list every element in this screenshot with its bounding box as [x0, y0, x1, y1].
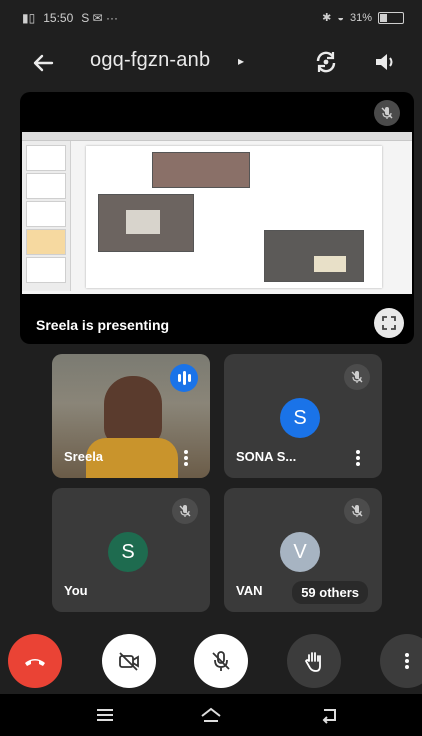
hang-up-icon [25, 659, 45, 666]
shared-screen [22, 132, 412, 294]
toggle-camera-button[interactable] [102, 634, 156, 688]
participant-tile-sona[interactable]: S SONA S... [224, 354, 382, 478]
status-bar: ▮▯ 15:50 S ✉ ··· ✱ ◒ 31% [0, 0, 422, 36]
participant-avatar: S [108, 532, 148, 572]
slide-photo-paper [126, 210, 160, 234]
menu-icon [97, 709, 113, 721]
bluetooth-icon: ✱ [322, 12, 332, 24]
more-vert-icon [405, 653, 409, 669]
end-call-button[interactable] [8, 634, 62, 688]
participant-more-button[interactable] [356, 450, 360, 466]
slide-photo-paper [314, 256, 346, 272]
participant-name: You [64, 583, 88, 598]
slide-thumbnail [26, 173, 66, 199]
fullscreen-icon [382, 316, 396, 330]
battery-percent: 31% [349, 11, 372, 24]
back-button[interactable] [28, 48, 58, 78]
mic-off-icon [212, 651, 230, 671]
slide-thumbnail [26, 229, 66, 255]
recent-apps-button[interactable] [92, 702, 118, 728]
back-arrow-icon [33, 54, 54, 72]
back-nav-button[interactable] [316, 702, 342, 728]
others-count-button[interactable]: 59 others [292, 581, 368, 604]
wifi-icon: ◒ [337, 11, 344, 24]
call-controls [0, 634, 422, 690]
slide-canvas [86, 146, 382, 288]
presenting-label: Sreela is presenting [36, 317, 170, 333]
participant-more-button[interactable] [184, 450, 188, 466]
slide-thumbnail-panel [22, 141, 71, 291]
slide-thumbnail [26, 201, 66, 227]
speaking-indicator [170, 364, 198, 392]
presentation-stage[interactable]: Sreela is presenting [20, 92, 414, 344]
participant-tile-van[interactable]: V VAN 59 others [224, 488, 382, 612]
participant-name: VAN [236, 583, 263, 598]
switch-camera-icon [316, 51, 336, 73]
mic-off-icon [179, 505, 191, 517]
slide-thumbnail [26, 257, 66, 283]
fullscreen-button[interactable] [374, 308, 404, 338]
participant-name: Sreela [64, 449, 104, 464]
audio-output-button[interactable] [371, 48, 399, 76]
camera-off-icon [119, 652, 139, 671]
signal-icon: ▮▯ [22, 11, 36, 25]
participant-muted-indicator [344, 498, 370, 524]
back-nav-icon [322, 709, 336, 724]
status-time: 15:50 [43, 11, 74, 25]
slide-app-ribbon [22, 132, 412, 141]
mic-off-icon [351, 505, 363, 517]
slide-photo [152, 152, 250, 188]
battery-icon [378, 11, 404, 24]
meeting-code[interactable]: ogq-fgzn-anb [90, 49, 210, 72]
meeting-details-caret-icon[interactable]: ▸ [238, 54, 244, 68]
slide-thumbnail [26, 145, 66, 171]
mic-off-icon [381, 107, 393, 119]
speaker-icon [376, 54, 393, 70]
participant-avatar: S [280, 398, 320, 438]
system-navigation-bar [0, 694, 422, 736]
participant-muted-indicator [172, 498, 198, 524]
home-icon [201, 707, 221, 722]
participant-name: SONA S... [236, 449, 297, 464]
hand-icon [304, 652, 321, 672]
raise-hand-button[interactable] [287, 634, 341, 688]
toggle-microphone-button[interactable] [194, 634, 248, 688]
participant-tile-you[interactable]: S You [52, 488, 210, 612]
more-options-button[interactable] [380, 634, 422, 688]
participant-avatar: V [280, 532, 320, 572]
presenter-muted-indicator [374, 100, 400, 126]
participant-muted-indicator [344, 364, 370, 390]
home-button[interactable] [198, 702, 224, 728]
mic-off-icon [351, 371, 363, 383]
participant-tile-sreela[interactable]: Sreela [52, 354, 210, 478]
meeting-topbar: ogq-fgzn-anb ▸ [0, 38, 422, 86]
participant-video-person [104, 376, 162, 446]
switch-camera-button[interactable] [312, 48, 340, 76]
notification-icons: S ✉ ··· [81, 11, 118, 25]
